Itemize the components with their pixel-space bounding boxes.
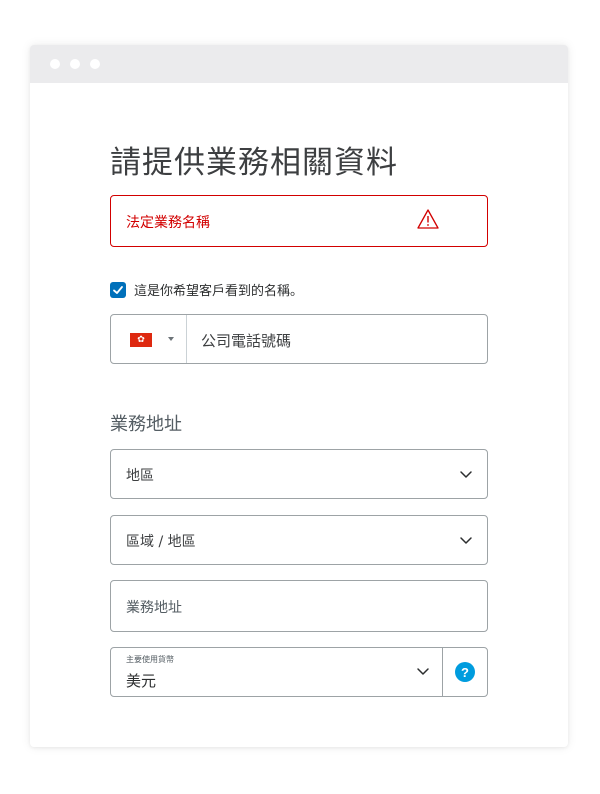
currency-help-button[interactable]: ? [442, 647, 488, 697]
business-address-input[interactable]: 業務地址 [110, 580, 488, 632]
legal-business-name-label: 法定業務名稱 [126, 215, 210, 231]
help-icon: ? [455, 662, 475, 682]
business-address-heading: 業務地址 [110, 414, 182, 435]
currency-select[interactable]: 主要使用貨幣 美元 [110, 647, 443, 697]
currency-value: 美元 [126, 672, 157, 690]
district-select-label: 區域 / 地區 [126, 534, 196, 550]
window-dot-icon [90, 59, 100, 69]
hong-kong-flag-icon: ✿ [130, 333, 152, 347]
region-select[interactable]: 地區 [110, 449, 488, 499]
caret-down-icon [168, 337, 174, 341]
page-title: 請提供業務相關資料 [110, 145, 398, 181]
business-address-placeholder: 業務地址 [126, 600, 182, 616]
window-dot-icon [70, 59, 80, 69]
warning-icon [417, 209, 439, 229]
window-dot-icon [50, 59, 60, 69]
browser-window: 請提供業務相關資料 法定業務名稱 這是你希望客戶看到的名稱。 ✿ 公司電話號碼 … [30, 45, 568, 747]
chevron-down-icon [460, 471, 472, 478]
region-select-label: 地區 [126, 468, 154, 484]
display-name-checkbox[interactable] [110, 281, 126, 298]
checkmark-icon [113, 285, 123, 294]
currency-label: 主要使用貨幣 [126, 655, 174, 664]
window-titlebar [30, 45, 568, 83]
chevron-down-icon [417, 668, 429, 675]
chevron-down-icon [460, 537, 472, 544]
business-phone-input[interactable]: 公司電話號碼 [201, 330, 291, 351]
district-select[interactable]: 區域 / 地區 [110, 515, 488, 565]
country-code-dropdown[interactable]: ✿ [111, 315, 187, 363]
legal-business-name-field[interactable]: 法定業務名稱 [110, 195, 488, 247]
display-name-checkbox-label: 這是你希望客戶看到的名稱。 [134, 284, 304, 299]
display-name-checkbox-row: 這是你希望客戶看到的名稱。 [110, 280, 303, 299]
business-phone-field: ✿ 公司電話號碼 [110, 314, 488, 364]
